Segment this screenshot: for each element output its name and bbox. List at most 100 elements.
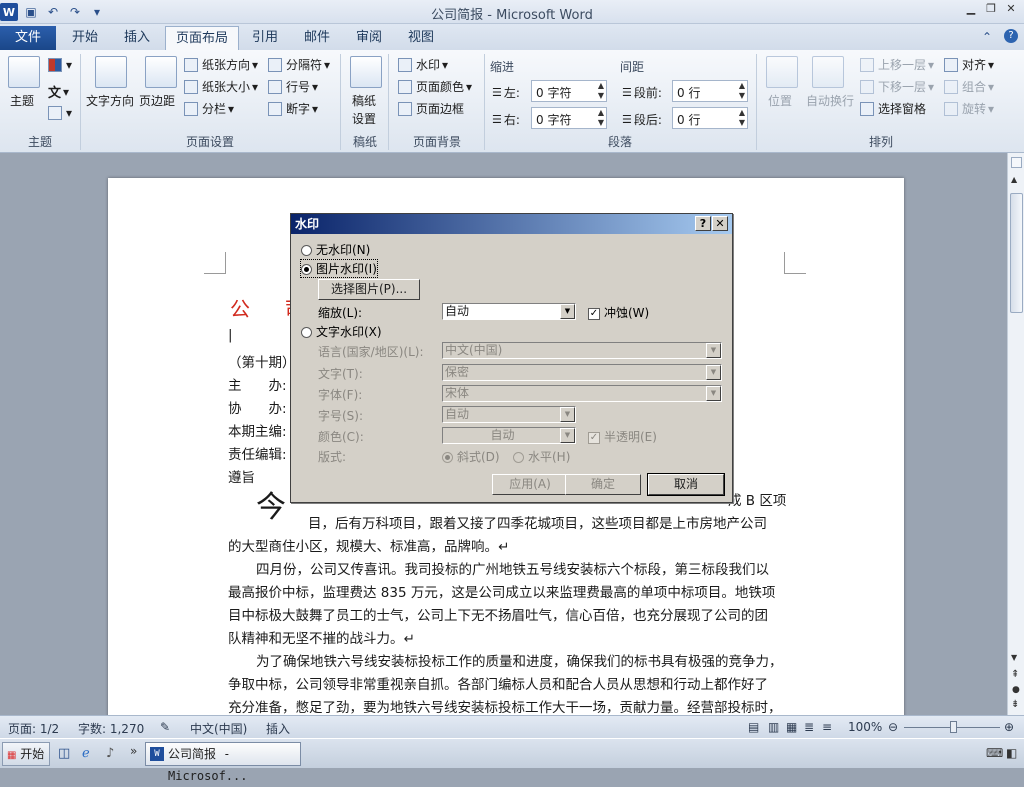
restore-button[interactable]: ❐ bbox=[984, 2, 998, 16]
ruler-toggle-icon[interactable] bbox=[1011, 157, 1022, 168]
breaks-icon bbox=[268, 57, 282, 72]
size-dropdown: 自动 ▼ bbox=[442, 406, 576, 423]
zoom-level[interactable]: 100% bbox=[848, 720, 882, 734]
tab-view[interactable]: 视图 bbox=[398, 26, 444, 50]
text-direction-icon[interactable] bbox=[95, 56, 127, 88]
bring-forward-button: 上移一层 ▾ bbox=[860, 56, 934, 73]
proofing-icon[interactable]: ✎ bbox=[160, 720, 170, 734]
tab-home[interactable]: 开始 bbox=[62, 26, 108, 50]
align-button[interactable]: 对齐 ▾ bbox=[944, 56, 994, 73]
previous-page-icon[interactable]: ⇞ bbox=[1011, 669, 1019, 680]
tab-mailings[interactable]: 邮件 bbox=[294, 26, 340, 50]
wrap-text-button: 自动换行 bbox=[806, 94, 855, 108]
doc-p1-line2: 目，后有万科项目，跟着又接了四季花城项目，这些项目都是上市房地产公司 bbox=[308, 516, 767, 532]
word-count[interactable]: 字数: 1,270 bbox=[78, 720, 144, 737]
cancel-button[interactable]: 取消 bbox=[647, 473, 725, 496]
watermark-button[interactable]: 水印 ▾ bbox=[398, 56, 448, 73]
size-button[interactable]: 纸张大小 ▾ bbox=[184, 78, 258, 95]
next-page-icon[interactable]: ⇟ bbox=[1011, 699, 1019, 710]
web-layout-icon[interactable]: ▦ bbox=[786, 720, 797, 734]
hyphenation-button[interactable]: 断字 ▾ bbox=[268, 100, 318, 117]
vertical-scrollbar[interactable]: ▲ ▼ ⇞ ● ⇟ bbox=[1007, 153, 1024, 715]
theme-effects-icon[interactable]: ▾ bbox=[48, 106, 72, 120]
select-picture-button[interactable]: 选择图片(P)... bbox=[318, 279, 420, 300]
theme-colors-icon[interactable]: ▾ bbox=[48, 58, 72, 72]
checkmark-icon: ✓ bbox=[588, 431, 600, 444]
page-color-button[interactable]: 页面颜色 ▾ bbox=[398, 78, 472, 95]
page-count[interactable]: 页面: 1/2 bbox=[8, 720, 59, 737]
help-icon[interactable]: ? bbox=[1004, 29, 1018, 43]
margins-icon[interactable] bbox=[145, 56, 177, 88]
send-backward-icon bbox=[860, 79, 874, 94]
orientation-button[interactable]: 纸张方向 ▾ bbox=[184, 56, 258, 73]
columns-button[interactable]: 分栏 ▾ bbox=[184, 100, 234, 117]
selection-pane-button[interactable]: 选择窗格 bbox=[860, 100, 926, 117]
checkmark-icon: ✓ bbox=[588, 307, 600, 320]
margins-button[interactable]: 页边距 bbox=[139, 92, 175, 109]
scroll-up-icon[interactable]: ▲ bbox=[1011, 175, 1017, 184]
dialog-close-button[interactable]: ✕ bbox=[712, 216, 728, 231]
bring-forward-icon bbox=[860, 57, 874, 72]
scroll-down-icon[interactable]: ▼ bbox=[1011, 653, 1017, 662]
close-button[interactable]: ✕ bbox=[1004, 2, 1018, 16]
browse-object-icon[interactable]: ● bbox=[1012, 685, 1020, 695]
taskbar-item-word[interactable]: W 公司简报 - Microsof... bbox=[145, 742, 301, 783]
indent-left-spinner[interactable]: 0 字符 ▲ ▼ bbox=[531, 80, 607, 102]
show-desktop-icon[interactable]: ◫ bbox=[58, 746, 70, 761]
tab-review[interactable]: 审阅 bbox=[346, 26, 392, 50]
more-icon[interactable]: » bbox=[130, 744, 137, 758]
spacing-label: 间距 bbox=[620, 60, 645, 74]
text-dropdown: 保密 ▼ bbox=[442, 364, 722, 381]
zoom-slider-thumb[interactable] bbox=[950, 721, 957, 733]
group-objects-icon bbox=[944, 79, 958, 94]
text-cursor: | bbox=[228, 327, 233, 343]
media-icon[interactable]: ♪ bbox=[106, 746, 114, 761]
scroll-thumb[interactable] bbox=[1010, 193, 1023, 313]
line-numbers-button[interactable]: 行号 ▾ bbox=[268, 78, 318, 95]
doc-p3-line2: 争取中标，公司领导非常重视亲自抓。各部门编标人员和配合人员从思想和行动上都作好了 bbox=[228, 677, 768, 693]
no-watermark-radio[interactable]: 无水印(N) bbox=[301, 241, 370, 258]
indent-right-spinner[interactable]: 0 字符 ▲ ▼ bbox=[531, 107, 607, 129]
theme-fonts-icon[interactable]: 文 ▾ bbox=[48, 82, 69, 102]
dialog-help-button[interactable]: ? bbox=[695, 216, 711, 231]
theme-button[interactable]: 主题 bbox=[10, 92, 34, 109]
language-dropdown: 中文(中国) ▼ bbox=[442, 342, 722, 359]
full-screen-reading-icon[interactable]: ▥ bbox=[768, 720, 779, 734]
page-border-button[interactable]: 页面边框 bbox=[398, 100, 464, 117]
tab-insert[interactable]: 插入 bbox=[114, 26, 160, 50]
minimize-button[interactable]: ▁ bbox=[964, 2, 978, 16]
breaks-button[interactable]: 分隔符 ▾ bbox=[268, 56, 330, 73]
tab-page-layout[interactable]: 页面布局 bbox=[165, 26, 240, 50]
minimize-ribbon-icon[interactable]: ⌃ bbox=[982, 30, 996, 44]
position-icon bbox=[766, 56, 798, 88]
spacing-before-spinner[interactable]: 0 行 ▲ ▼ bbox=[672, 80, 748, 102]
keyboard-icon[interactable]: ⌨ bbox=[986, 746, 1003, 760]
spacing-after-spinner[interactable]: 0 行 ▲ ▼ bbox=[672, 107, 748, 129]
draft-settings-label-2[interactable]: 设置 bbox=[352, 110, 376, 127]
start-button[interactable]: ▦ 开始 bbox=[2, 742, 50, 766]
position-button: 位置 bbox=[768, 94, 793, 108]
tray-icon[interactable]: ◧ bbox=[1006, 746, 1017, 760]
wrap-text-icon bbox=[812, 56, 844, 88]
chevron-down-icon: ▼ bbox=[706, 343, 721, 358]
draft-view-icon[interactable]: ≡ bbox=[822, 720, 832, 734]
ie-icon[interactable]: ℯ bbox=[82, 746, 90, 761]
tab-file[interactable]: 文件 bbox=[0, 26, 56, 50]
zoom-in-icon[interactable]: ⊕ bbox=[1004, 720, 1014, 734]
text-watermark-radio[interactable]: 文字水印(X) bbox=[301, 323, 382, 340]
zoom-out-icon[interactable]: ⊖ bbox=[888, 720, 898, 734]
print-layout-view-icon[interactable]: ▤ bbox=[748, 720, 759, 734]
insert-mode[interactable]: 插入 bbox=[266, 720, 290, 737]
draft-paper-icon[interactable] bbox=[350, 56, 382, 88]
ribbon-tabs: 文件 开始 插入 页面布局 引用 邮件 审阅 视图 ⌃ ? bbox=[0, 24, 1024, 50]
text-direction-button[interactable]: 文字方向 bbox=[86, 92, 134, 109]
washout-checkbox[interactable]: ✓ 冲蚀(W) bbox=[588, 304, 649, 321]
doc-p1-line3: 的大型商住小区，规模大、标准高，品牌响。↵ bbox=[228, 539, 510, 555]
outline-view-icon[interactable]: ≣ bbox=[804, 720, 814, 734]
tab-references[interactable]: 引用 bbox=[242, 26, 288, 50]
scale-dropdown[interactable]: 自动 ▼ bbox=[442, 303, 576, 320]
draft-settings-label-1[interactable]: 稿纸 bbox=[352, 92, 376, 109]
theme-icon[interactable] bbox=[8, 56, 40, 88]
picture-watermark-radio[interactable]: 图片水印(I) bbox=[300, 259, 378, 278]
language-status[interactable]: 中文(中国) bbox=[190, 720, 247, 737]
